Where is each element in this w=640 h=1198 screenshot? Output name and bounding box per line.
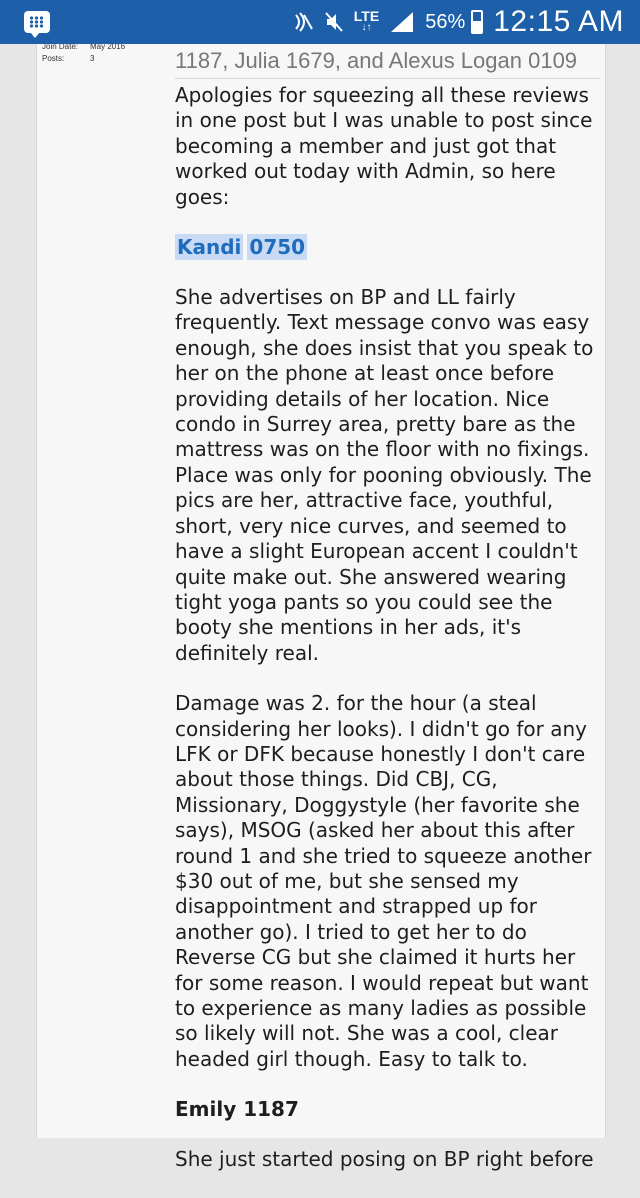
highlighted-number[interactable]: 0750 xyxy=(247,234,308,261)
posts-row: Posts: 3 xyxy=(42,52,172,64)
post-title: 1187, Julia 1679, and Alexus Logan 0109 xyxy=(175,44,600,79)
post-body: 1187, Julia 1679, and Alexus Logan 0109 … xyxy=(175,44,600,1198)
review-paragraph: Damage was 2. for the hour (a steal cons… xyxy=(175,691,592,1071)
forum-page: Join Date: May 2016 Posts: 3 1187, Julia… xyxy=(0,42,640,1171)
mute-icon xyxy=(324,11,344,33)
status-bar: LTE ↓↑ 56% 12:15 AM xyxy=(0,0,640,44)
highlighted-name[interactable]: Kandi xyxy=(175,234,244,261)
posts-label: Posts: xyxy=(42,53,65,63)
review-heading-kandi: Kandi 0750 xyxy=(175,234,600,261)
nfc-icon xyxy=(294,11,314,33)
review-paragraph: She just started posing on BP right befo… xyxy=(175,1147,594,1172)
review-heading-emily: Emily 1187 xyxy=(175,1097,299,1122)
network-type: LTE ↓↑ xyxy=(353,8,380,33)
clock: 12:15 AM xyxy=(493,5,624,38)
post-intro: Apologies for squeezing all these review… xyxy=(175,83,593,209)
bbm-icon[interactable] xyxy=(24,11,50,38)
battery-icon xyxy=(471,10,484,34)
posts-value: 3 xyxy=(90,53,95,63)
user-info: Join Date: May 2016 Posts: 3 xyxy=(42,42,172,64)
signal-icon xyxy=(389,10,415,34)
battery-percentage: 56% xyxy=(425,10,466,33)
review-paragraph: She advertises on BP and LL fairly frequ… xyxy=(175,285,594,665)
